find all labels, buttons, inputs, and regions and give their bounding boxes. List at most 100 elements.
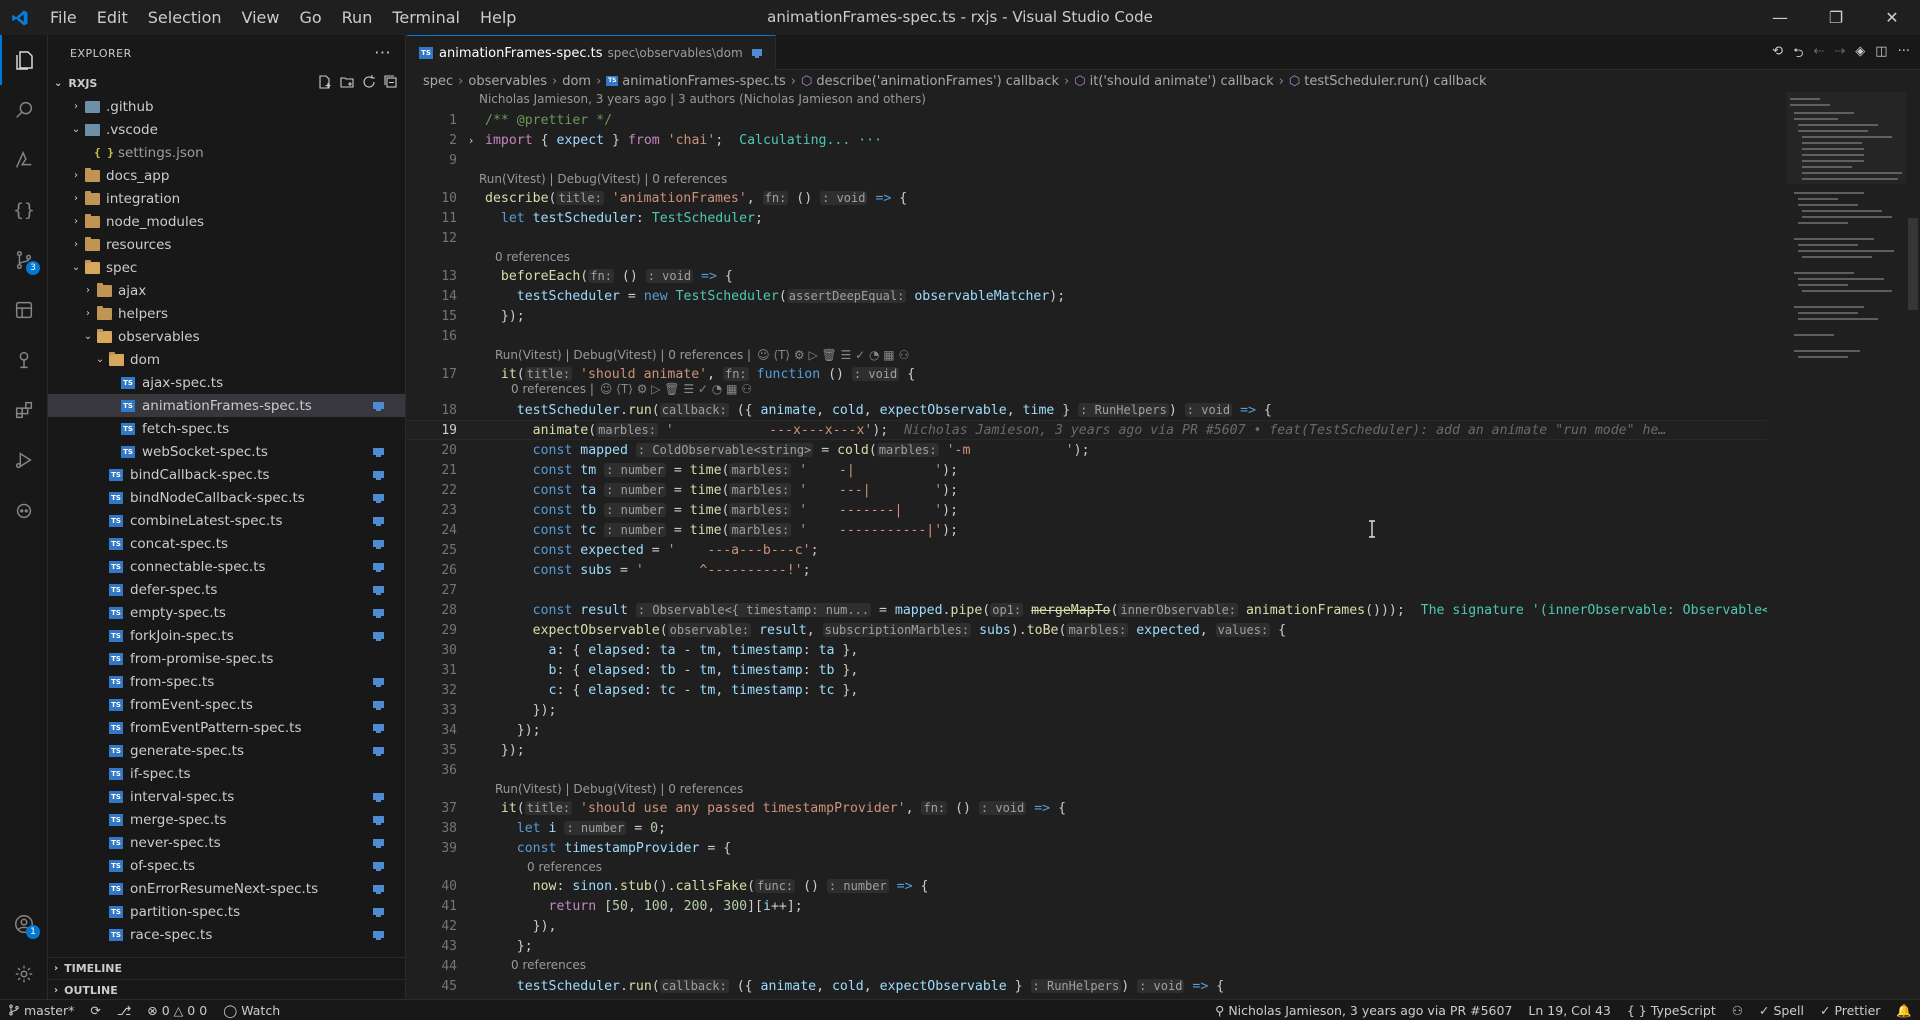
search-icon[interactable] [0,85,48,135]
azure-icon[interactable] [0,135,48,185]
sync-button[interactable]: ⟳ [82,1003,108,1018]
menu-go[interactable]: Go [289,0,331,35]
tree-item[interactable]: TS empty-spec.ts [48,601,405,624]
tree-item[interactable]: TS webSocket-spec.ts [48,440,405,463]
new-folder-icon[interactable] [339,74,355,90]
close-icon[interactable]: ✕ [1864,0,1920,35]
tree-item[interactable]: TS onErrorResumeNext-spec.ts [48,877,405,900]
cursor-position-status[interactable]: Ln 19, Col 43 [1520,1003,1618,1018]
breadcrumb-item[interactable]: observables [468,74,547,89]
collapse-all-icon[interactable] [383,74,399,90]
chevron-right-icon[interactable]: › [457,134,485,147]
blame-icon[interactable]: ◈ [1855,44,1865,66]
language-mode-status[interactable]: { } TypeScript [1619,1003,1724,1018]
breadcrumb-item[interactable]: spec [423,74,453,89]
menu-edit[interactable]: Edit [87,0,138,35]
code-lens[interactable]: 0 references | ☺ ⟨T⟩ ⚙ ▷ 🗑 ☰ ✓ ◔ ▦ ⚇ [511,382,752,400]
prettier-status[interactable]: ✓ Prettier [1812,1003,1888,1018]
lens-tool-icons[interactable]: ☺ ⟨T⟩ ⚙ ▷ 🗑 ☰ ✓ ◔ ▦ ⚇ [600,382,752,396]
tree-item[interactable]: TS bindCallback-spec.ts [48,463,405,486]
tree-item[interactable]: TS connectable-spec.ts [48,555,405,578]
git-graph-button[interactable]: ⎇ [109,1003,139,1018]
refresh-icon[interactable] [361,74,377,90]
tree-item[interactable]: TS race-spec.ts [48,923,405,946]
split-editor-icon[interactable]: ◫ [1875,44,1887,66]
tree-item[interactable]: TS fetch-spec.ts [48,417,405,440]
menu-help[interactable]: Help [470,0,526,35]
tree-item[interactable]: ⌄ .vscode [48,118,405,141]
history-icon[interactable]: ⟲ [1772,44,1783,66]
restore-icon[interactable]: ❐ [1808,0,1864,35]
tree-item[interactable]: TS if-spec.ts [48,762,405,785]
tab-close-icon[interactable] [751,48,763,59]
tree-item[interactable]: { } settings.json [48,141,405,164]
tree-item[interactable]: ⌄ dom [48,348,405,371]
menu-view[interactable]: View [232,0,290,35]
minimize-icon[interactable]: — [1752,0,1808,35]
tree-item[interactable]: › .github [48,95,405,118]
tree-item[interactable]: TS bindNodeCallback-spec.ts [48,486,405,509]
tree-item[interactable]: TS ajax-spec.ts [48,371,405,394]
tree-item[interactable]: TS animationFrames-spec.ts [48,394,405,417]
lens-tool-icons[interactable]: ☺ ⟨T⟩ ⚙ ▷ 🗑 ☰ ✓ ◔ ▦ ⚇ [757,348,909,362]
json-braces-icon[interactable]: {} [0,185,48,235]
breadcrumb-item[interactable]: it('should animate') callback [1090,74,1274,89]
code-editor[interactable]: Nicholas Jamieson, 3 years ago | 3 autho… [407,92,1767,999]
tree-item[interactable]: › ajax [48,279,405,302]
tree-item[interactable]: TS merge-spec.ts [48,808,405,831]
problems-status[interactable]: ⊗ 0 △ 0 0 [139,1003,215,1018]
next-change-icon[interactable]: ⇢ [1834,44,1845,66]
more-actions-icon[interactable]: ··· [1898,44,1910,66]
run-debug-icon[interactable] [0,435,48,485]
vertical-scrollbar[interactable] [1906,92,1920,999]
tree-item[interactable]: › integration [48,187,405,210]
tree-item[interactable]: TS of-spec.ts [48,854,405,877]
menu-terminal[interactable]: Terminal [382,0,470,35]
extensions-icon[interactable] [0,385,48,435]
tree-item[interactable]: TS from-promise-spec.ts [48,647,405,670]
breadcrumb-item[interactable]: testScheduler.run() callback [1304,74,1486,89]
tree-item[interactable]: TS from-spec.ts [48,670,405,693]
accounts-icon[interactable]: 1 [0,899,48,949]
tree-item[interactable]: TS partition-spec.ts [48,900,405,923]
notifications-button[interactable]: 🔔 [1888,1003,1920,1019]
breadcrumb-item[interactable]: dom [562,74,591,89]
database-icon[interactable] [0,285,48,335]
menu-selection[interactable]: Selection [138,0,232,35]
more-actions-icon[interactable]: ··· [374,43,391,62]
copilot-status[interactable]: ⚇ [1724,1003,1751,1018]
tree-item[interactable]: TS never-spec.ts [48,831,405,854]
tree-item[interactable]: TS combineLatest-spec.ts [48,509,405,532]
breadcrumb-item[interactable]: animationFrames-spec.ts [622,74,786,89]
git-blame-status[interactable]: ⚲ Nicholas Jamieson, 3 years ago via PR #… [1207,1003,1520,1018]
tree-item[interactable]: ⌄ observables [48,325,405,348]
menu-run[interactable]: Run [332,0,383,35]
tree-item[interactable]: TS interval-spec.ts [48,785,405,808]
source-control-icon[interactable]: 3 [0,235,48,285]
go-back-icon[interactable]: ⮌ [1793,44,1803,66]
outline-section[interactable]: › OUTLINE [48,979,405,999]
tree-item[interactable]: TS concat-spec.ts [48,532,405,555]
minimap[interactable] [1786,92,1906,999]
tree-item[interactable]: TS defer-spec.ts [48,578,405,601]
tree-item[interactable]: TS generate-spec.ts [48,739,405,762]
spell-status[interactable]: ✓ Spell [1751,1003,1812,1018]
tree-item[interactable]: › helpers [48,302,405,325]
tree-item[interactable]: › resources [48,233,405,256]
new-file-icon[interactable] [317,74,333,90]
scrollbar-thumb[interactable] [1908,218,1918,310]
code-lens[interactable]: 0 references [511,958,586,976]
tree-item[interactable]: TS forkJoin-spec.ts [48,624,405,647]
timeline-section[interactable]: › TIMELINE [48,957,405,979]
blame-header[interactable]: Nicholas Jamieson, 3 years ago | 3 autho… [479,92,926,110]
tree-item[interactable]: › docs_app [48,164,405,187]
explorer-icon[interactable] [0,35,48,85]
copilot-icon[interactable] [0,485,48,535]
menu-file[interactable]: File [40,0,87,35]
previous-change-icon[interactable]: ⇠ [1813,44,1824,66]
workspace-root[interactable]: ⌄ RXJS [48,71,405,95]
timeline-icon[interactable] [0,335,48,385]
tree-item[interactable]: TS fromEvent-spec.ts [48,693,405,716]
breadcrumb-item[interactable]: describe('animationFrames') callback [816,74,1059,89]
tree-item[interactable]: › node_modules [48,210,405,233]
